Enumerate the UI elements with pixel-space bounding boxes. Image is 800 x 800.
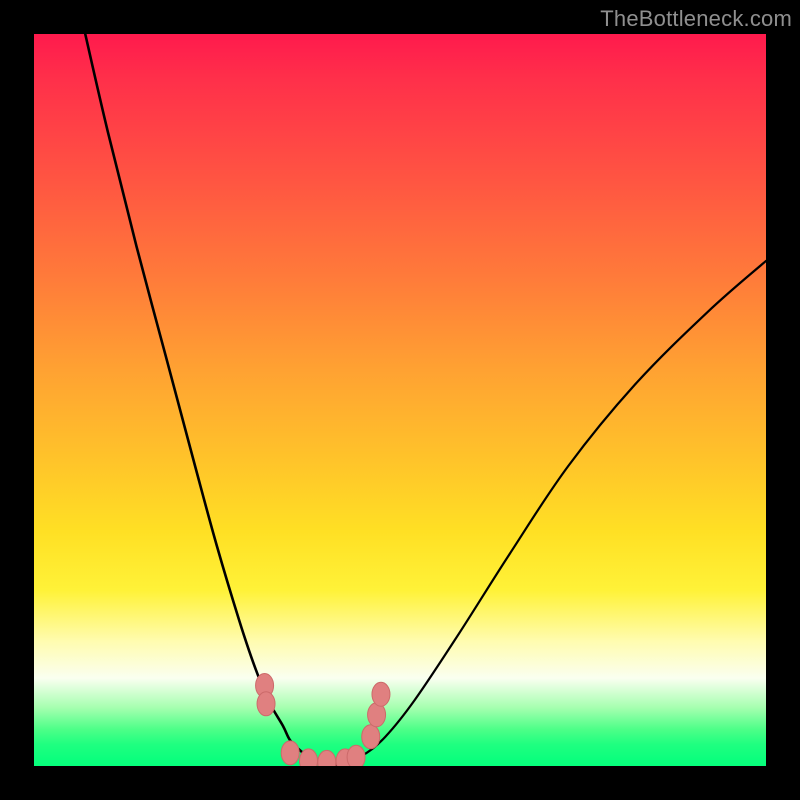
chart-frame: TheBottleneck.com <box>0 0 800 800</box>
valley-marker <box>318 750 336 766</box>
valley-marker <box>362 725 380 749</box>
valley-marker <box>281 741 299 765</box>
watermark-text: TheBottleneck.com <box>600 6 792 32</box>
valley-markers-group <box>256 673 390 766</box>
curve-layer <box>34 34 766 766</box>
left-curve <box>85 34 341 766</box>
right-curve <box>341 261 766 766</box>
valley-marker <box>257 692 275 716</box>
plot-area <box>34 34 766 766</box>
valley-marker <box>372 682 390 706</box>
valley-marker <box>347 745 365 766</box>
